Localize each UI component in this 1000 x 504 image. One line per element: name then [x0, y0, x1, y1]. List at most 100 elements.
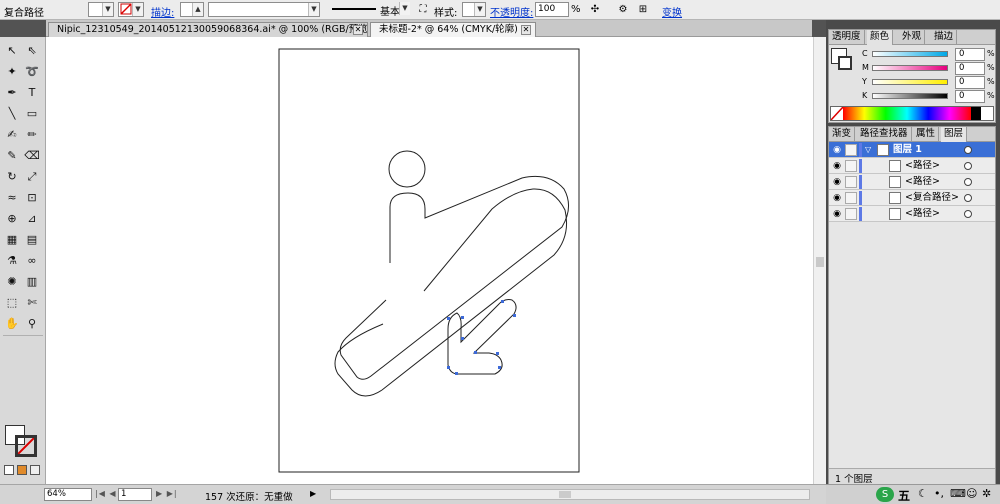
align-icon[interactable]: ⚙ — [616, 3, 630, 17]
layer-name[interactable]: <路径> — [905, 176, 940, 188]
stroke-profile-icon[interactable]: ⛶ — [416, 3, 430, 17]
warp-icon[interactable]: ≈ — [3, 190, 21, 206]
prev-page-icon[interactable]: |◀ ◀ — [95, 489, 117, 498]
paintbrush-icon[interactable]: ✍ — [3, 127, 21, 143]
color-spectrum[interactable] — [830, 106, 994, 121]
free-transform-icon[interactable]: ⊡ — [23, 190, 41, 206]
channel-value-input[interactable]: 0 — [955, 90, 985, 103]
lock-toggle[interactable] — [845, 176, 857, 188]
target-circle-icon[interactable] — [964, 194, 972, 202]
tab-pathfinder[interactable]: 路径查找器 — [857, 127, 912, 142]
target-circle-icon[interactable] — [964, 162, 972, 170]
tab-appearance[interactable]: 外观 — [899, 30, 926, 45]
artboard-icon[interactable]: ⬚ — [3, 295, 21, 311]
magic-wand-icon[interactable]: ✦ — [3, 64, 21, 80]
none-mode-icon[interactable] — [30, 465, 40, 475]
brush-definition[interactable]: 基本 ▼ — [326, 2, 412, 18]
tab-attributes[interactable]: 属性 — [913, 127, 940, 142]
line-tool-icon[interactable]: ╲ — [3, 106, 21, 122]
channel-gradient[interactable] — [872, 93, 948, 99]
slider-m[interactable]: M 0% — [829, 62, 997, 76]
stroke-color-swatch[interactable] — [15, 435, 37, 457]
lock-toggle[interactable] — [845, 192, 857, 204]
stroke-swatch-dropdown[interactable]: ▼ — [118, 2, 144, 17]
channel-gradient[interactable] — [872, 79, 948, 85]
eye-icon[interactable]: ◉ — [831, 144, 843, 156]
scroll-thumb[interactable] — [559, 491, 571, 498]
transform-link[interactable]: 变换 — [662, 4, 682, 19]
symbol-sprayer-icon[interactable]: ✺ — [3, 274, 21, 290]
gradient-icon[interactable]: ▤ — [23, 232, 41, 248]
layer-row-path[interactable]: ◉ <路径> — [829, 158, 995, 174]
layer-name[interactable]: 图层 1 — [893, 144, 922, 156]
column-graph-icon[interactable]: ▥ — [23, 274, 41, 290]
ime-logo-icon[interactable]: S — [876, 487, 894, 502]
keyboard-icon[interactable]: ⌨ — [950, 487, 966, 500]
target-circle-icon[interactable] — [964, 210, 972, 218]
close-icon[interactable]: ✕ — [353, 25, 363, 35]
channel-value-input[interactable]: 0 — [955, 62, 985, 75]
tab-gradient[interactable]: 渐变 — [829, 127, 856, 142]
layer-name[interactable]: <路径> — [905, 160, 940, 172]
tab-nipic-document[interactable]: Nipic_12310549_20140512130059068364.ai* … — [48, 22, 368, 37]
vertical-scrollbar[interactable] — [813, 37, 826, 484]
rotate-icon[interactable]: ↻ — [3, 169, 21, 185]
user-icon[interactable]: ☺ — [966, 487, 977, 500]
variable-width-dropdown[interactable]: ▼ — [208, 2, 320, 17]
eye-icon[interactable]: ◉ — [831, 176, 843, 188]
direct-selection-tool-icon[interactable]: ⇖ — [23, 43, 41, 59]
perspective-grid-icon[interactable]: ⊿ — [23, 211, 41, 227]
rectangle-tool-icon[interactable]: ▭ — [23, 106, 41, 122]
reference-point-icon[interactable]: ⊞ — [636, 3, 650, 17]
punctuation-icon[interactable]: •, — [934, 487, 944, 500]
lock-toggle[interactable] — [845, 160, 857, 172]
lasso-icon[interactable]: ➰ — [23, 64, 41, 80]
eraser-icon[interactable]: ⌫ — [23, 148, 41, 164]
channel-value-input[interactable]: 0 — [955, 76, 985, 89]
color-mode-icon[interactable] — [17, 465, 27, 475]
tab-stroke[interactable]: 描边 — [931, 30, 958, 45]
selection-tool-icon[interactable]: ↖ — [3, 43, 21, 59]
channel-gradient[interactable] — [872, 51, 948, 57]
page-input[interactable]: 1 — [118, 488, 152, 501]
layer-row-top[interactable]: ◉ ▽ 图层 1 — [829, 142, 995, 158]
layer-row-path[interactable]: ◉ <路径> — [829, 206, 995, 222]
eye-icon[interactable]: ◉ — [831, 192, 843, 204]
target-circle-icon[interactable] — [964, 178, 972, 186]
slider-c[interactable]: C 0% — [829, 48, 997, 62]
slider-y[interactable]: Y 0% — [829, 76, 997, 90]
layer-row-path[interactable]: ◉ <复合路径> — [829, 190, 995, 206]
graphic-style-dropdown[interactable]: ▼ — [462, 2, 486, 17]
normal-mode-icon[interactable] — [4, 465, 14, 475]
scale-icon[interactable]: ⤢ — [23, 169, 41, 185]
tab-layers[interactable]: 图层 — [941, 127, 968, 142]
recolor-artwork-icon[interactable]: ✣ — [588, 3, 602, 17]
zoom-icon[interactable]: ⚲ — [23, 316, 41, 332]
channel-value-input[interactable]: 0 — [955, 48, 985, 61]
settings-icon[interactable]: ✲ — [982, 487, 991, 500]
scroll-thumb[interactable] — [816, 257, 824, 267]
shape-builder-icon[interactable]: ⊕ — [3, 211, 21, 227]
lock-toggle[interactable] — [845, 208, 857, 220]
none-color-icon[interactable] — [831, 107, 843, 120]
eyedropper-icon[interactable]: ⚗ — [3, 253, 21, 269]
zoom-dropdown[interactable]: 64% — [44, 488, 92, 501]
tab-untitled-2[interactable]: 未标题-2* @ 64% (CMYK/轮廓) ✕ — [370, 22, 536, 37]
status-menu-icon[interactable]: ▶ — [310, 489, 316, 498]
expand-triangle-icon[interactable]: ▽ — [865, 145, 871, 154]
mesh-icon[interactable]: ▦ — [3, 232, 21, 248]
eye-icon[interactable]: ◉ — [831, 208, 843, 220]
channel-gradient[interactable] — [872, 65, 948, 71]
layer-row-path[interactable]: ◉ <路径> — [829, 174, 995, 190]
opacity-input[interactable]: 100 — [535, 2, 569, 17]
opacity-link[interactable]: 不透明度: — [490, 4, 533, 19]
lock-toggle[interactable] — [845, 144, 857, 156]
pencil-icon[interactable]: ✏ — [23, 127, 41, 143]
layer-name[interactable]: <路径> — [905, 208, 940, 220]
close-icon[interactable]: ✕ — [521, 25, 531, 35]
canvas-area[interactable] — [46, 37, 813, 484]
moon-icon[interactable]: ☾ — [918, 487, 928, 500]
pen-tool-icon[interactable]: ✒ — [3, 85, 21, 101]
hand-icon[interactable]: ✋ — [3, 316, 21, 332]
horizontal-scrollbar[interactable] — [330, 489, 810, 500]
